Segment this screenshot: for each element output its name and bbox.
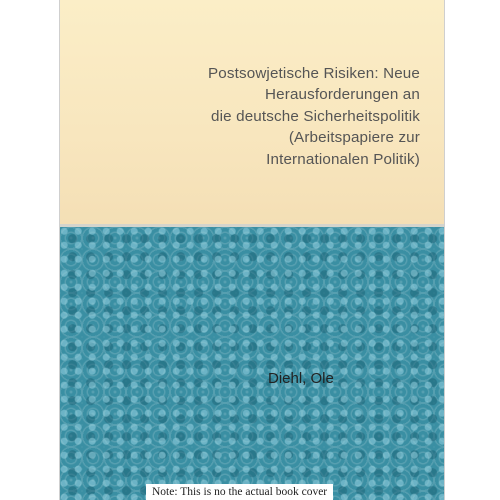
book-title: Postsowjetische Risiken: Neue Herausford… (207, 65, 420, 168)
cover-note: Note: This is no the actual book cover (146, 484, 334, 500)
book-author: Diehl, Ole (268, 370, 334, 387)
cover-pattern-panel (60, 227, 444, 500)
cover-title-panel: Postsowjetische Risiken: Neue Herausford… (60, 0, 444, 225)
page: Postsowjetische Risiken: Neue Herausford… (0, 0, 500, 500)
book-cover: Postsowjetische Risiken: Neue Herausford… (60, 0, 444, 500)
